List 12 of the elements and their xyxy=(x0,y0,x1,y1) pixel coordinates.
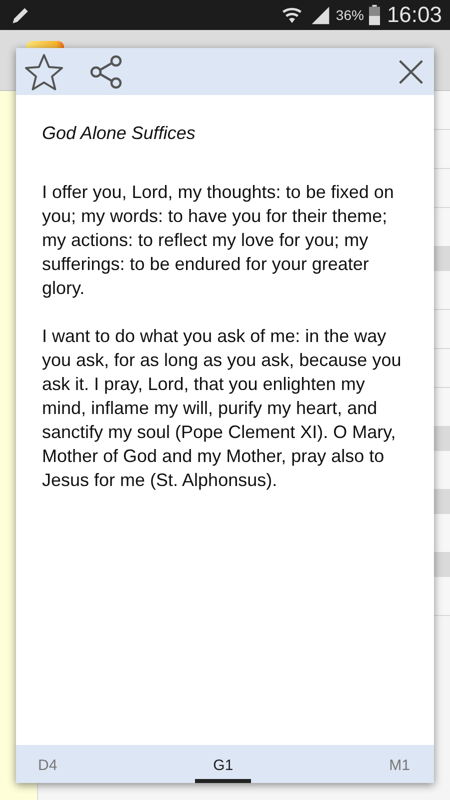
prayer-paragraph: I offer you, Lord, my thoughts: to be fixed on you; my words: to have you for their theme; my actions: to reflect my love for you; my sufferings: to be endured for your greater glory. xyxy=(42,181,395,300)
page-tab[interactable]: M1 xyxy=(385,745,414,783)
clock: 16:03 xyxy=(386,2,442,28)
close-icon[interactable] xyxy=(398,58,424,84)
page-tab[interactable]: G1 xyxy=(195,745,252,783)
share-icon[interactable] xyxy=(88,54,124,90)
prayer-title: God Alone Suffices xyxy=(42,123,196,144)
star-icon[interactable] xyxy=(24,52,64,92)
prayer-paragraph: I want to do what you ask of me: in the way you ask, for as long as you ask, because you ask it. I pray, Lord, that you enlighten my mind, inflame my will, purify my heart, and sanctify my soul (Pope Clement XI). O Mary, Mother of God and my Mother, pray also to Jesus for me (St. Alphonsus). xyxy=(42,325,402,492)
page-tab[interactable]: D4 xyxy=(34,745,62,783)
battery-icon xyxy=(368,4,380,26)
battery-percent: 36% xyxy=(336,7,364,23)
